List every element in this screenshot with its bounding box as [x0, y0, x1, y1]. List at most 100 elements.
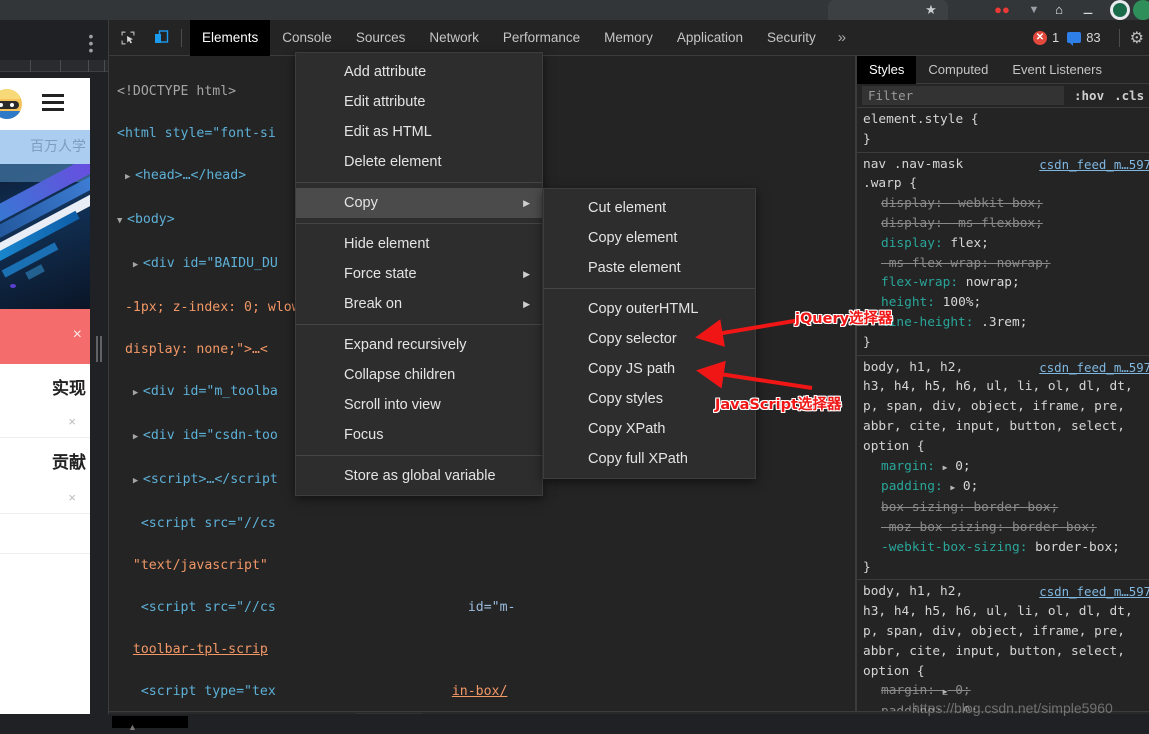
menu-item-collapse-children[interactable]: Collapse children — [296, 360, 542, 390]
dom-line[interactable]: <script src="//cs id="m- — [117, 597, 855, 618]
bottom-black-bar — [112, 716, 188, 728]
tab-computed[interactable]: Computed — [916, 56, 1000, 84]
tab-memory[interactable]: Memory — [592, 20, 665, 56]
tab-event-listeners[interactable]: Event Listeners — [1000, 56, 1114, 84]
css-origin-link[interactable]: csdn_feed_m…5973098 — [1039, 582, 1149, 602]
expand-arrow-icon[interactable] — [133, 427, 143, 448]
collapse-arrow-icon[interactable] — [117, 211, 127, 232]
menu-item-edit-attribute[interactable]: Edit attribute — [296, 87, 542, 117]
css-rule[interactable]: nav .nav-mask .warp { csdn_feed_m…597309… — [857, 153, 1149, 356]
close-icon[interactable]: × — [68, 490, 76, 505]
message-badge-icon[interactable] — [1067, 32, 1082, 46]
expand-arrow-icon[interactable] — [133, 383, 143, 404]
home-icon[interactable]: ⌂ — [1050, 1, 1068, 19]
tab-network[interactable]: Network — [417, 20, 491, 56]
menu-item-paste-element[interactable]: Paste element — [544, 253, 755, 283]
expand-arrow-icon[interactable]: ▶ — [943, 463, 948, 472]
tab-application[interactable]: Application — [665, 20, 755, 56]
css-property[interactable]: box-sizing: border-box; — [863, 498, 1149, 518]
tab-styles[interactable]: Styles — [857, 56, 917, 84]
list-item[interactable]: 贡献 × — [0, 438, 90, 514]
device-toolbar-icon[interactable] — [147, 24, 175, 52]
css-origin-link[interactable]: csdn_feed_m…5973098 — [1039, 358, 1149, 378]
menu-item-add-attribute[interactable]: Add attribute — [296, 57, 542, 87]
menu-item-force-state[interactable]: Force state ▶ — [296, 259, 542, 289]
gear-icon[interactable]: ⚙ — [1130, 28, 1144, 48]
tab-security[interactable]: Security — [755, 20, 828, 56]
bookmark-star-icon[interactable]: ★ — [922, 1, 940, 19]
css-property[interactable]: padding: ▶ 0; — [863, 477, 1149, 498]
tab-performance[interactable]: Performance — [491, 20, 592, 56]
dom-line[interactable]: "text/javascript" — [117, 555, 855, 576]
download-icon[interactable]: ▼ — [1025, 1, 1043, 19]
expand-arrow-icon[interactable]: ▶ — [950, 483, 955, 492]
menu-item-copy-selector[interactable]: Copy selector — [544, 324, 755, 354]
css-origin-link[interactable]: csdn_feed_m…5973098 — [1039, 155, 1149, 175]
menu-item-copy[interactable]: Copy ▶ — [296, 188, 542, 218]
menu-item-store-as-global-variable[interactable]: Store as global variable — [296, 461, 542, 491]
expand-arrow-icon[interactable] — [133, 255, 143, 276]
css-rule[interactable]: body, h1, h2, h3, h4, h5, h6, ul, li, ol… — [857, 356, 1149, 581]
dom-line-text[interactable]: in-box/ — [452, 684, 508, 699]
inspect-element-icon[interactable] — [114, 24, 142, 52]
expand-arrow-icon[interactable] — [133, 471, 143, 492]
css-property[interactable]: display: -ms-flexbox; — [863, 214, 1149, 234]
extension-icon[interactable]: ⚊ — [1079, 1, 1097, 19]
css-property[interactable]: height: 100%; — [863, 293, 1149, 313]
css-rule[interactable]: body, h1, h2, h3, h4, h5, h6, ul, li, ol… — [857, 580, 1149, 711]
expand-arrow-icon[interactable] — [125, 167, 135, 188]
dom-line[interactable]: toolbar-tpl-scrip — [117, 639, 855, 660]
css-property[interactable]: -ms-flex-wrap: nowrap; — [863, 254, 1149, 274]
menu-item-cut-element[interactable]: Cut element — [544, 193, 755, 223]
close-icon[interactable]: × — [73, 327, 82, 343]
css-property[interactable]: -webkit-box-sizing: border-box; — [863, 538, 1149, 558]
record-ring-icon[interactable]: ●● — [993, 1, 1011, 19]
profile-avatar-icon[interactable] — [1110, 0, 1130, 20]
menu-item-copy-full-xpath[interactable]: Copy full XPath — [544, 444, 755, 474]
menu-item-hide-element[interactable]: Hide element — [296, 229, 542, 259]
menu-item-focus[interactable]: Focus — [296, 420, 542, 450]
css-rule[interactable]: element.style { } — [857, 108, 1149, 153]
dom-line-text[interactable]: toolbar-tpl-scrip — [133, 642, 268, 657]
dom-line[interactable]: <script type="tex in-box/ — [117, 681, 855, 702]
context-menu[interactable]: Add attribute Edit attribute Edit as HTM… — [295, 52, 543, 496]
hamburger-menu-icon[interactable] — [42, 94, 64, 112]
site-avatar[interactable] — [0, 89, 22, 119]
css-property[interactable]: margin: ▶ 0; — [863, 457, 1149, 478]
menu-item-edit-as-html[interactable]: Edit as HTML — [296, 117, 542, 147]
dom-line[interactable]: <script src="//cs — [117, 513, 855, 534]
copy-submenu[interactable]: Cut element Copy element Paste element C… — [543, 188, 756, 479]
css-property[interactable]: display: -webkit-box; — [863, 194, 1149, 214]
more-tabs-icon[interactable]: » — [828, 29, 856, 46]
menu-item-copy-outerhtml[interactable]: Copy outerHTML — [544, 294, 755, 324]
error-badge-icon[interactable]: ✕ — [1032, 30, 1047, 45]
menu-item-scroll-into-view[interactable]: Scroll into view — [296, 390, 542, 420]
profile-avatar-secondary-icon[interactable] — [1133, 0, 1149, 20]
styles-rules-list[interactable]: element.style { } nav .nav-mask .warp { … — [857, 108, 1149, 711]
menu-item-delete-element[interactable]: Delete element — [296, 147, 542, 177]
list-item[interactable] — [0, 514, 90, 554]
close-icon[interactable]: × — [68, 414, 76, 429]
hov-toggle[interactable]: :hov — [1074, 88, 1104, 103]
tab-elements[interactable]: Elements — [190, 19, 271, 56]
dom-line-text: <div id="m_toolba — [142, 384, 278, 399]
css-property[interactable]: display: flex; — [863, 234, 1149, 254]
css-property[interactable]: line-height: .3rem; — [863, 313, 1149, 333]
menu-item-copy-xpath[interactable]: Copy XPath — [544, 414, 755, 444]
menu-item-copy-js-path[interactable]: Copy JS path — [544, 354, 755, 384]
browser-menu-kebab-icon[interactable]: • • • — [84, 29, 98, 57]
cls-toggle[interactable]: .cls — [1114, 88, 1144, 103]
list-item[interactable]: 实现 × — [0, 364, 90, 438]
menu-item-expand-recursively[interactable]: Expand recursively — [296, 330, 542, 360]
css-property-name: -ms-flex-wrap — [881, 255, 982, 271]
css-property[interactable]: margin: ▶ 0; — [863, 681, 1149, 702]
menu-item-break-on[interactable]: Break on ▶ — [296, 289, 542, 319]
css-property[interactable]: -moz-box-sizing: border-box; — [863, 518, 1149, 538]
filter-input[interactable] — [862, 86, 1064, 105]
tab-sources[interactable]: Sources — [344, 20, 418, 56]
menu-item-copy-element[interactable]: Copy element — [544, 223, 755, 253]
devtools-resize-handle[interactable] — [90, 78, 108, 734]
css-property[interactable]: flex-wrap: nowrap; — [863, 273, 1149, 293]
tab-console[interactable]: Console — [270, 20, 344, 56]
expand-arrow-icon[interactable]: ▶ — [943, 687, 948, 696]
